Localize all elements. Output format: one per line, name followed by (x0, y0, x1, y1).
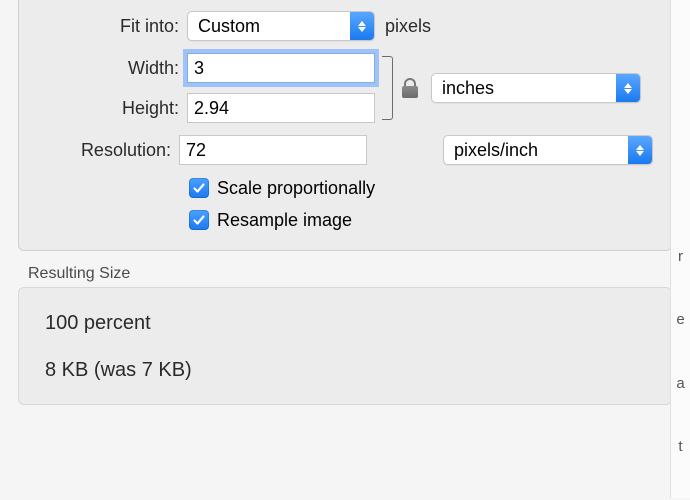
dimension-unit-value: inches (432, 78, 616, 99)
resulting-size-panel: 100 percent 8 KB (was 7 KB) (18, 287, 672, 405)
fit-into-label: Fit into: (37, 16, 187, 37)
background-strip: r e a t (670, 0, 690, 498)
checkmark-icon (192, 181, 206, 195)
scale-proportionally-checkbox[interactable] (189, 178, 209, 198)
resample-image-checkbox[interactable] (189, 210, 209, 230)
checkmark-icon (192, 213, 206, 227)
adjust-size-panel: Fit into: Custom pixels Width: Height: (18, 0, 672, 251)
fit-into-value: Custom (188, 16, 350, 37)
width-input[interactable] (187, 53, 375, 83)
resulting-size-title: Resulting Size (28, 265, 690, 283)
height-row: Height: (37, 88, 375, 128)
fit-into-suffix: pixels (385, 16, 431, 37)
resolution-label: Resolution: (37, 140, 179, 161)
resulting-percent: 100 percent (45, 312, 645, 335)
chevron-updown-icon (616, 74, 640, 102)
resolution-input[interactable] (179, 135, 367, 165)
resample-image-label: Resample image (217, 210, 352, 231)
dimension-block: Width: Height: inches (37, 48, 653, 128)
resulting-filesize: 8 KB (was 7 KB) (45, 359, 645, 382)
resolution-unit-value: pixels/inch (444, 140, 628, 161)
height-input[interactable] (187, 93, 375, 123)
fit-into-select[interactable]: Custom (187, 11, 375, 41)
scale-proportionally-row: Scale proportionally (189, 172, 653, 204)
chevron-updown-icon (628, 136, 652, 164)
resolution-unit-select[interactable]: pixels/inch (443, 135, 653, 165)
resolution-row: Resolution: pixels/inch (37, 128, 653, 172)
height-label: Height: (37, 98, 187, 119)
lock-icon[interactable] (401, 78, 419, 98)
dimension-unit-select[interactable]: inches (431, 73, 641, 103)
chevron-updown-icon (350, 12, 374, 40)
width-label: Width: (37, 58, 187, 79)
fit-into-row: Fit into: Custom pixels (37, 4, 653, 48)
scale-proportionally-label: Scale proportionally (217, 178, 375, 199)
resample-image-row: Resample image (189, 204, 653, 236)
width-row: Width: (37, 48, 375, 88)
link-bracket (381, 50, 399, 126)
